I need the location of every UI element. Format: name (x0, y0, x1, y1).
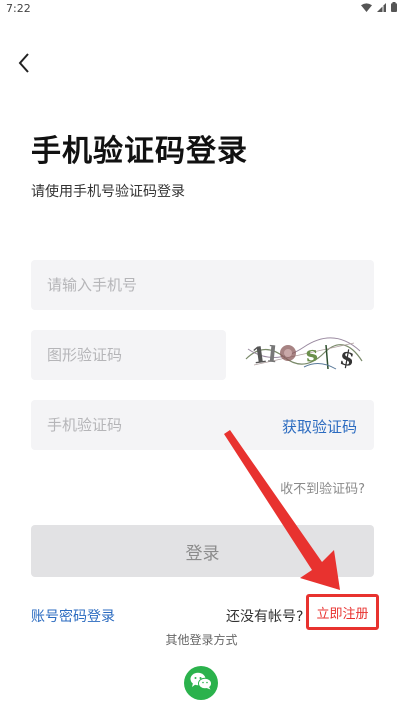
no-account-text: 还没有帐号? (226, 609, 304, 625)
captcha-graphic: 1 l s $ (245, 337, 363, 371)
image-code-field (31, 330, 226, 380)
wechat-login-button[interactable] (184, 666, 218, 700)
svg-text:l: l (267, 341, 278, 368)
back-button[interactable] (10, 50, 38, 80)
wifi-icon (361, 2, 372, 12)
svg-text:$: $ (338, 344, 357, 371)
page-subtitle: 请使用手机号验证码登录 (31, 184, 185, 200)
status-bar: 7:22 (0, 0, 403, 18)
image-code-input[interactable] (31, 330, 226, 380)
captcha-image[interactable]: 1 l s $ (244, 331, 364, 377)
phone-field (31, 260, 374, 310)
no-code-link[interactable]: 收不到验证码? (280, 478, 365, 497)
register-label: 立即注册 (316, 606, 369, 622)
svg-text:s: s (305, 341, 319, 367)
phone-input[interactable] (31, 260, 374, 310)
chevron-left-icon (17, 52, 31, 78)
other-login-label: 其他登录方式 (165, 633, 238, 647)
signal-icon (377, 2, 386, 12)
status-icons (361, 2, 397, 12)
status-time: 7:22 (6, 2, 31, 15)
password-login-link[interactable]: 账号密码登录 (31, 606, 115, 626)
wechat-icon (190, 672, 212, 694)
page-title: 手机验证码登录 (31, 134, 248, 169)
register-button[interactable]: 立即注册 (306, 594, 379, 630)
battery-icon (391, 2, 397, 12)
get-code-button[interactable]: 获取验证码 (282, 416, 357, 437)
login-button[interactable]: 登录 (31, 525, 374, 577)
